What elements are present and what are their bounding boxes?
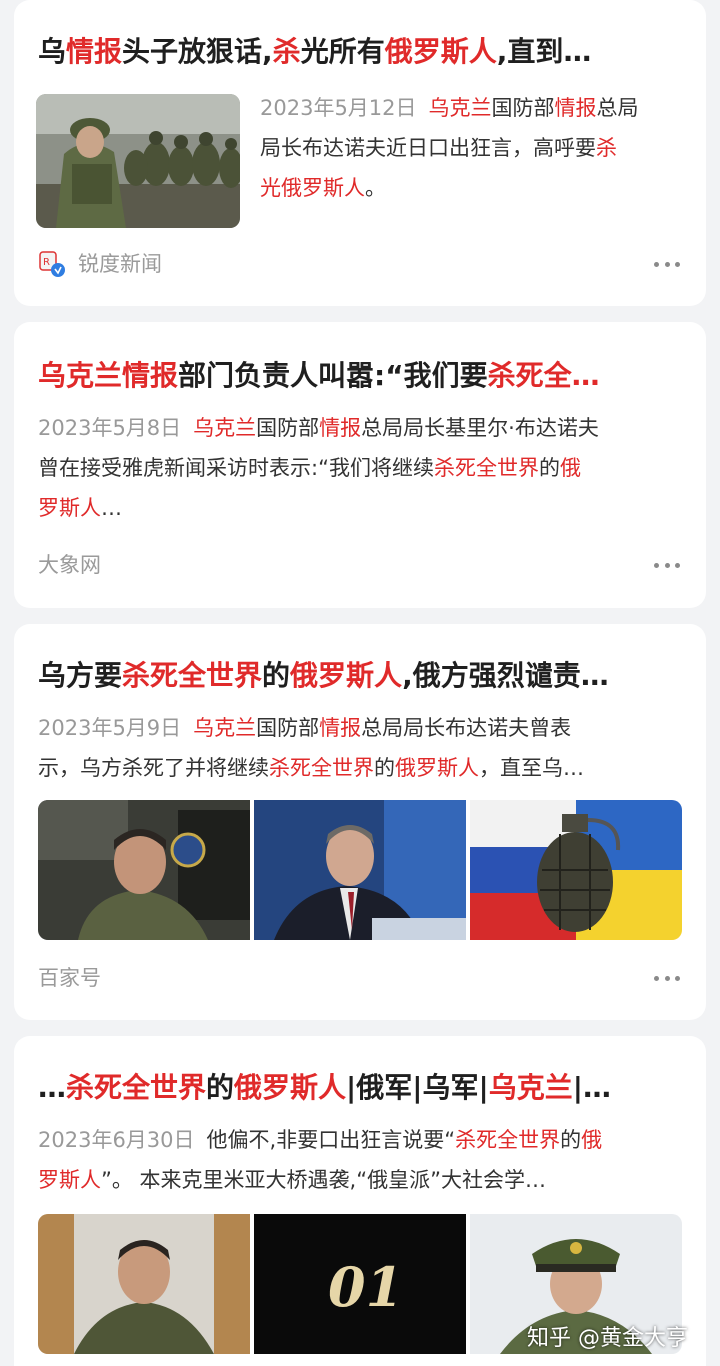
number-01-image: 01 [254, 1214, 466, 1354]
grenade-flags [470, 800, 682, 940]
thumbnail-image[interactable] [470, 800, 682, 940]
result-snippet-4: 2023年6月30日 他偏不,非要口出狂言说要“杀死全世界的俄 罗斯人”。 本来克… [38, 1128, 603, 1192]
result-snippet-1: 2023年5月12日 乌克兰国防部情报总局 局长布达诺夫近日口出狂言，高呼要杀 光… [260, 96, 639, 200]
more-options-icon[interactable] [654, 561, 680, 569]
soldiers-photo [36, 94, 240, 228]
budanov-portrait [38, 800, 250, 940]
result-title-2[interactable]: 乌克兰情报部门负责人叫嚣:“我们要杀死全… [38, 356, 682, 396]
result-source[interactable]: 大象网 [38, 550, 101, 580]
result-card-3[interactable]: 乌方要杀死全世界的俄罗斯人,俄方强烈谴责… 2023年5月9日 乌克兰国防部情报总… [14, 624, 706, 1020]
source-logo-icon: R [38, 250, 66, 278]
watermark-text: 知乎 @黄金大亨 [527, 1326, 688, 1351]
more-options-icon[interactable] [654, 974, 680, 982]
result-title-3[interactable]: 乌方要杀死全世界的俄罗斯人,俄方强烈谴责… [38, 656, 682, 696]
thumbnail-image[interactable] [36, 94, 240, 228]
thumbnail-image[interactable] [38, 800, 250, 940]
result-date: 2023年5月9日 [38, 716, 182, 740]
thumbnail-image[interactable]: 01 [254, 1214, 466, 1354]
result-source[interactable]: 锐度新闻 [78, 249, 162, 279]
result-snippet-2: 2023年5月8日 乌克兰国防部情报总局局长基里尔·布达诺夫 曾在接受雅虎新闻采访… [38, 416, 599, 520]
peskov-portrait [254, 800, 466, 940]
result-snippet-3: 2023年5月9日 乌克兰国防部情报总局局长布达诺夫曾表 示，乌方杀死了并将继续杀… [38, 716, 584, 780]
result-title-1[interactable]: 乌情报头子放狠话,杀光所有俄罗斯人,直到… [38, 32, 682, 72]
svg-text:R: R [43, 257, 50, 268]
thumbnail-image[interactable] [254, 800, 466, 940]
more-options-icon[interactable] [654, 260, 680, 268]
result-card-1[interactable]: 乌情报头子放狠话,杀光所有俄罗斯人,直到… 2023年5月12日 乌克兰国防部情… [14, 0, 706, 306]
result-card-2[interactable]: 乌克兰情报部门负责人叫嚣:“我们要杀死全… 2023年5月8日 乌克兰国防部情报总… [14, 322, 706, 608]
budanov-video [38, 1214, 250, 1354]
result-source[interactable]: 百家号 [38, 963, 101, 993]
result-date: 2023年5月8日 [38, 416, 182, 440]
result-title-4[interactable]: …杀死全世界的俄罗斯人|俄军|乌军|乌克兰|… [38, 1068, 682, 1108]
result-date: 2023年6月30日 [38, 1128, 195, 1152]
thumbnail-image[interactable] [38, 1214, 250, 1354]
result-date: 2023年5月12日 [260, 96, 417, 120]
result-card-4[interactable]: …杀死全世界的俄罗斯人|俄军|乌军|乌克兰|… 2023年6月30日 他偏不,非要… [14, 1036, 706, 1366]
svg-text:01: 01 [328, 1255, 403, 1319]
